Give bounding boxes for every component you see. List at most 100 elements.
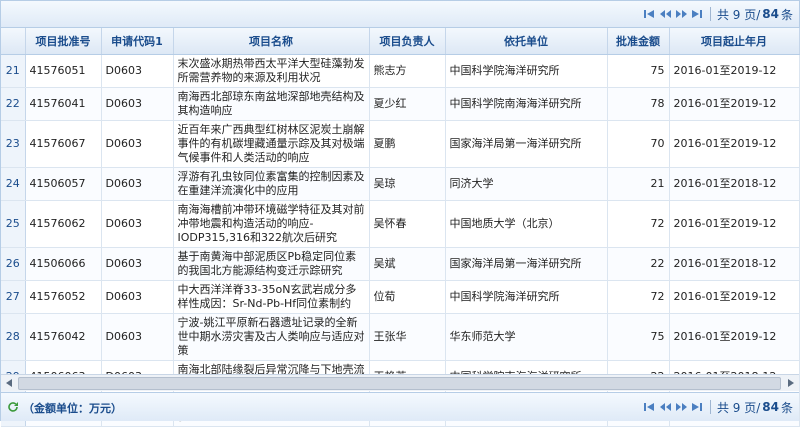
total-count: 84 [762,400,779,414]
project-id-cell: 41576062 [25,200,102,248]
row-number-cell: 23 [1,120,26,168]
project-leader-cell: 熊志方 [369,54,446,88]
project-leader-header[interactable]: 项目负责人 [369,28,446,55]
table-header-row: 项目批准号 申请代码1 项目名称 项目负责人 依托单位 批准金额 项目起止年月 [1,28,800,55]
row-number-cell: 21 [1,54,26,88]
pager-controls: 共 9 页/ 84 条 [643,6,793,22]
amount-cell: 22 [607,247,670,281]
scroll-right-icon[interactable] [784,376,798,390]
refresh-icon[interactable] [7,401,19,416]
table-row[interactable]: 26 41506066 D0603 基于南黄海中部泥质区Pb稳定同位素的我国北方能源结… [1,247,800,281]
total-pages-label: 共 9 页/ [716,400,761,415]
institution-cell: 华东师范大学 [445,313,608,361]
table-row[interactable]: 28 41576042 D0603 宁波-姚江平原新石器遗址记录的全新世中期水涝灾害及… [1,313,800,361]
project-name-cell: 末次盛冰期热带西太平洋大型硅藻勃发所需营养物的来源及利用状况 [173,54,370,88]
amount-cell: 78 [607,87,670,121]
institution-header[interactable]: 依托单位 [445,28,608,55]
next-page-icon[interactable] [675,401,688,414]
next-page-icon[interactable] [675,8,688,21]
project-id-cell: 41576042 [25,313,102,361]
project-id-cell: 41576067 [25,120,102,168]
horizontal-scrollbar[interactable] [1,374,799,391]
project-id-cell: 41506057 [25,167,102,201]
amount-header[interactable]: 批准金额 [607,28,670,55]
previous-page-icon[interactable] [659,8,672,21]
project-id-header[interactable]: 项目批准号 [25,28,102,55]
page-count-text: 共 9 页/ 84 条 [717,6,793,23]
table-row[interactable]: 27 41576052 D0603 中大西洋洋脊33-35oN玄武岩成分多样性成因：S… [1,280,800,314]
period-cell: 2016-01至2019-12 [669,120,800,168]
application-code-cell: D0603 [101,247,174,281]
period-cell: 2016-01至2019-12 [669,200,800,248]
institution-cell: 国家海洋局第一海洋研究所 [445,247,608,281]
table-row[interactable]: 23 41576067 D0603 近百年来广西典型红树林区泥炭土崩解事件的有机碳埋藏… [1,120,800,168]
pager-controls-bottom: 共 9 页/ 84 条 [643,399,793,415]
scroll-left-icon[interactable] [2,376,16,390]
institution-cell: 中国科学院南海海洋研究所 [445,87,608,121]
grid-panel: 共 9 页/ 84 条 项目批准号 申请代码1 项目名称 项目负责人 依托单位 批准金额项… [0,0,800,427]
previous-page-icon[interactable] [659,401,672,414]
project-name-cell: 基于南黄海中部泥质区Pb稳定同位素的我国北方能源结构变迁示踪研究 [173,247,370,281]
total-pages-label: 共 9 页/ [716,7,761,22]
application-code-header[interactable]: 申请代码1 [101,28,174,55]
period-cell: 2016-01至2019-12 [669,54,800,88]
application-code-cell: D0603 [101,280,174,314]
institution-cell: 同济大学 [445,167,608,201]
table-row[interactable]: 25 41576062 D0603 南海海槽前冲带环境磁学特征及其对前冲带地震和构造活… [1,200,800,248]
project-name-cell: 中大西洋洋脊33-35oN玄武岩成分多样性成因：Sr-Nd-Pb-Hf同位素制约 [173,280,370,314]
project-leader-cell: 夏少红 [369,87,446,121]
project-name-cell: 南海西北部琼东南盆地深部地壳结构及其构造响应 [173,87,370,121]
top-pager: 共 9 页/ 84 条 [1,1,799,28]
project-leader-cell: 吴斌 [369,247,446,281]
count-unit: 条 [780,400,793,415]
project-leader-cell: 吴琼 [369,167,446,201]
institution-cell: 中国科学院海洋研究所 [445,54,608,88]
results-table: 项目批准号 申请代码1 项目名称 项目负责人 依托单位 批准金额 项目起止年月 21 4157… [1,28,800,427]
institution-cell: 国家海洋局第一海洋研究所 [445,120,608,168]
project-leader-cell: 位荀 [369,280,446,314]
application-code-cell: D0603 [101,120,174,168]
amount-cell: 72 [607,280,670,314]
amount-cell: 75 [607,54,670,88]
project-leader-cell: 吴怀春 [369,200,446,248]
amount-cell: 72 [607,200,670,248]
amount-unit-note: （金额单位：万元） [7,400,122,416]
table-row[interactable]: 24 41506057 D0603 浮游有孔虫钕同位素富集的控制因素及在重建洋流演化中… [1,167,800,201]
project-leader-cell: 王张华 [369,313,446,361]
project-name-cell: 南海海槽前冲带环境磁学特征及其对前冲带地震和构造活动的响应-IODP315,31… [173,200,370,248]
table-row[interactable]: 21 41576051 D0603 末次盛冰期热带西太平洋大型硅藻勃发所需营养物的来源… [1,54,800,88]
period-cell: 2016-01至2019-12 [669,87,800,121]
table-row[interactable]: 22 41576041 D0603 南海西北部琼东南盆地深部地壳结构及其构造响应 夏少红… [1,87,800,121]
project-leader-cell: 夏鹏 [369,120,446,168]
project-id-cell: 41576052 [25,280,102,314]
row-number-cell: 24 [1,167,26,201]
data-grid: 项目批准号 申请代码1 项目名称 项目负责人 依托单位 批准金额 项目起止年月 21 4157… [1,28,800,427]
amount-cell: 70 [607,120,670,168]
period-cell: 2016-01至2018-12 [669,167,800,201]
institution-cell: 中国地质大学（北京） [445,200,608,248]
last-page-icon[interactable] [691,401,704,414]
amount-cell: 75 [607,313,670,361]
table-body: 21 41576051 D0603 末次盛冰期热带西太平洋大型硅藻勃发所需营养物的来源… [1,54,800,427]
project-id-cell: 41576041 [25,87,102,121]
row-number-header [1,28,26,55]
institution-cell: 中国科学院海洋研究所 [445,280,608,314]
period-header[interactable]: 项目起止年月 [669,28,800,55]
application-code-cell: D0603 [101,167,174,201]
row-number-cell: 25 [1,200,26,248]
last-page-icon[interactable] [691,8,704,21]
project-name-cell: 宁波-姚江平原新石器遗址记录的全新世中期水涝灾害及古人类响应与适应对策 [173,313,370,361]
project-name-header[interactable]: 项目名称 [173,28,370,55]
application-code-cell: D0603 [101,313,174,361]
scrollbar-thumb[interactable] [18,377,781,390]
first-page-icon[interactable] [643,8,656,21]
project-id-cell: 41506066 [25,247,102,281]
project-id-cell: 41576051 [25,54,102,88]
pager-separator [709,400,711,414]
period-cell: 2016-01至2019-12 [669,313,800,361]
period-cell: 2016-01至2019-12 [669,280,800,314]
row-number-cell: 28 [1,313,26,361]
first-page-icon[interactable] [643,401,656,414]
pager-separator [709,7,711,21]
bottom-pager: （金额单位：万元） 共 9 页/ 84 条 [1,392,799,421]
